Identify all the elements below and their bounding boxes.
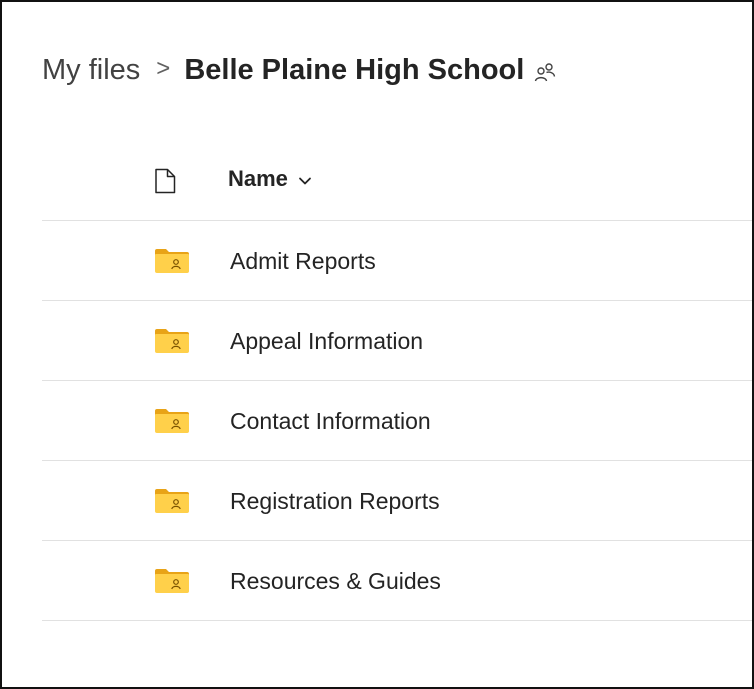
shared-folder-icon <box>154 568 190 594</box>
breadcrumb-my-files-link[interactable]: My files <box>42 54 140 87</box>
shared-folder-icon <box>154 408 190 434</box>
list-item-3[interactable]: Registration Reports <box>42 461 752 541</box>
list-item-1[interactable]: Appeal Information <box>42 301 752 381</box>
file-rows: Admit Reports Appeal Information Contact… <box>42 221 752 621</box>
name-column-label: Name <box>228 166 288 191</box>
shared-folder-icon <box>154 488 190 514</box>
breadcrumb: My files > Belle Plaine High School <box>42 50 556 90</box>
list-item-0[interactable]: Admit Reports <box>42 221 752 301</box>
chevron-down-icon <box>298 173 312 185</box>
onedrive-window: My files > Belle Plaine High School Name <box>0 0 754 689</box>
file-list: Name Admit Reports Appeal Information Co… <box>42 140 752 621</box>
list-header: Name <box>42 140 752 221</box>
list-item-2[interactable]: Contact Information <box>42 381 752 461</box>
folder-name[interactable]: Registration Reports <box>230 488 440 515</box>
folder-name[interactable]: Appeal Information <box>230 328 423 355</box>
breadcrumb-separator: > <box>156 55 171 82</box>
shared-folder-icon <box>154 248 190 274</box>
folder-name[interactable]: Admit Reports <box>230 248 376 275</box>
folder-name[interactable]: Contact Information <box>230 408 431 435</box>
document-icon[interactable] <box>154 168 176 194</box>
breadcrumb-current-folder: Belle Plaine High School <box>184 53 525 86</box>
shared-folder-icon <box>154 328 190 354</box>
name-column-header[interactable]: Name <box>228 166 312 192</box>
list-item-4[interactable]: Resources & Guides <box>42 541 752 621</box>
folder-name[interactable]: Resources & Guides <box>230 568 441 595</box>
shared-people-icon[interactable] <box>534 61 556 83</box>
